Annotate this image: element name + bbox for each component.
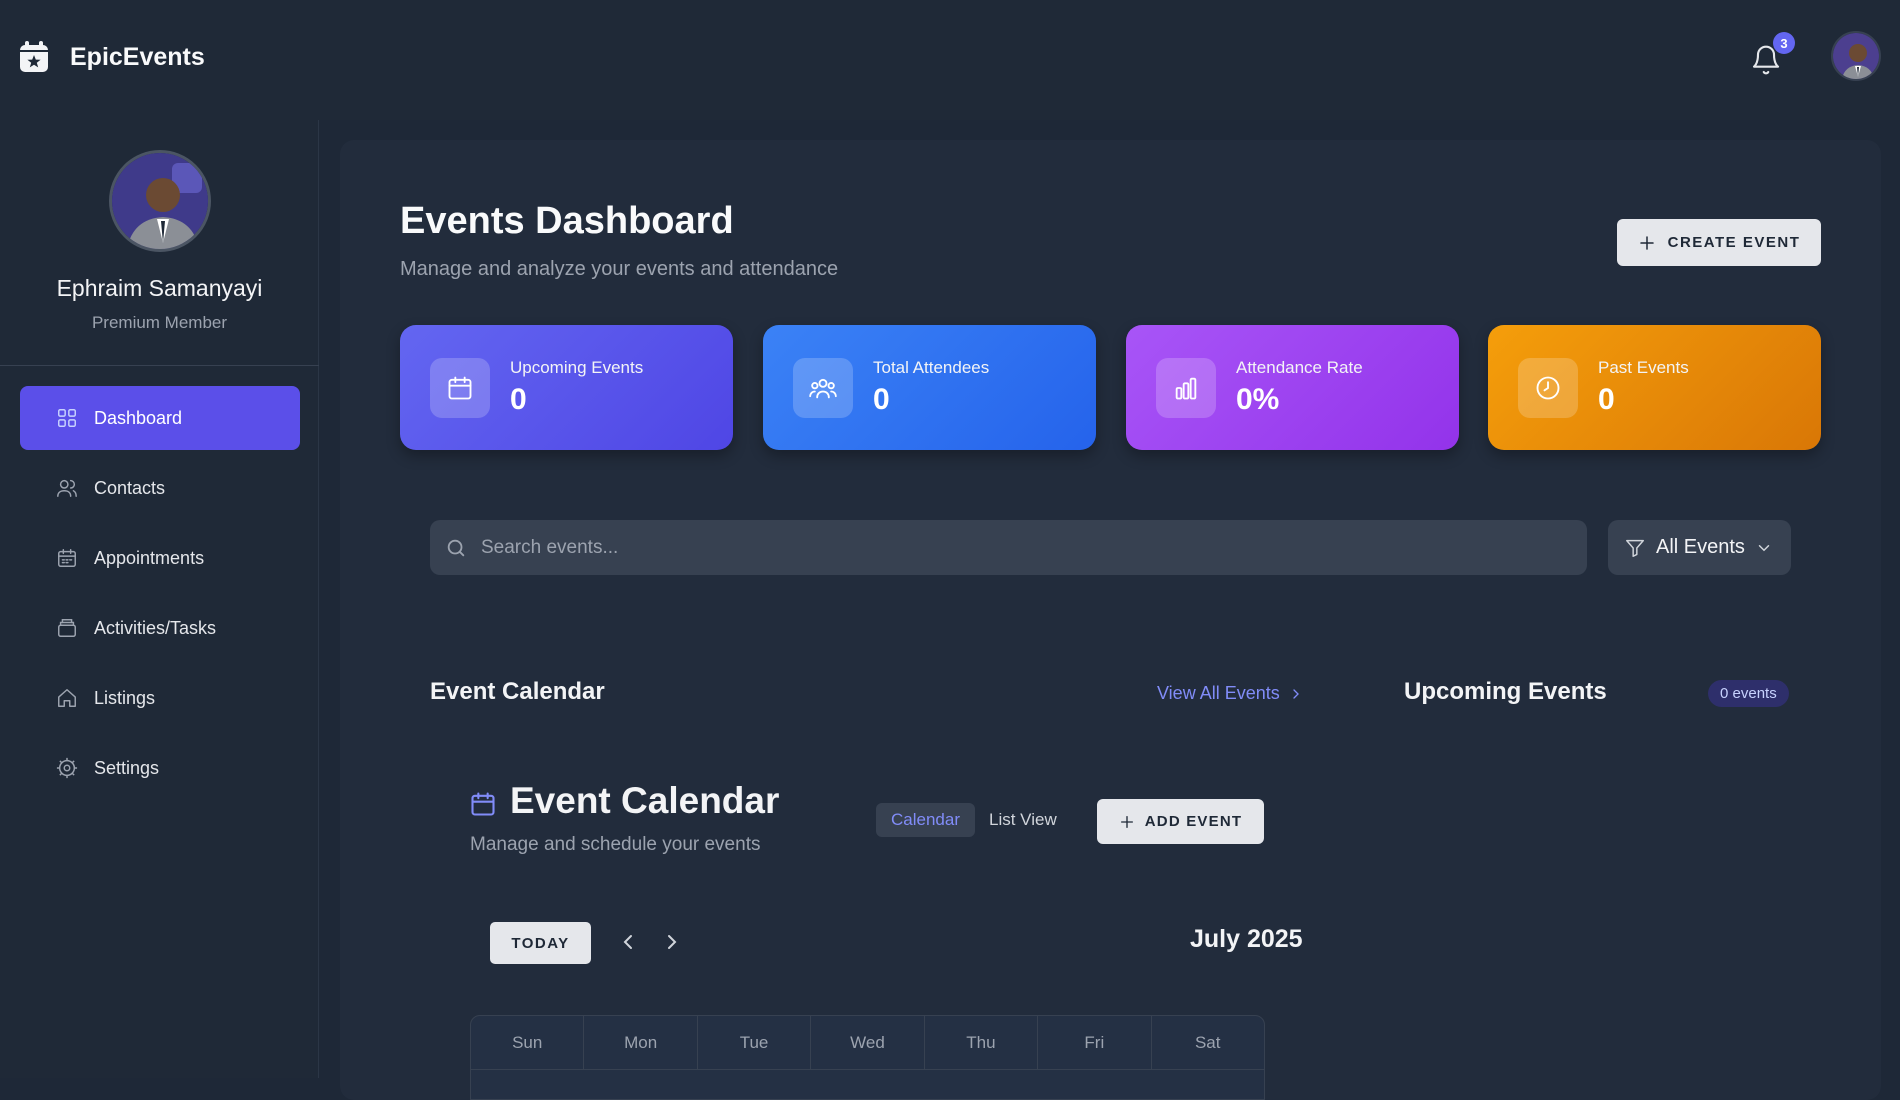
weekday-label: Sat <box>1194 1032 1221 1052</box>
calendar-subtitle: Manage and schedule your events <box>470 834 761 855</box>
search-input[interactable] <box>479 535 1559 560</box>
stats-row: Upcoming Events 0 Total Attendees 0 Atte… <box>400 325 1821 450</box>
bar-chart-icon <box>1175 377 1197 400</box>
page-title: Events Dashboard <box>400 200 734 242</box>
calendar-star-icon <box>20 41 48 72</box>
sidebar-item-label: Dashboard <box>94 407 183 428</box>
weekday-label: Mon <box>584 1016 698 1069</box>
event-calendar-section-title: Event Calendar <box>430 678 605 705</box>
grid-icon <box>58 409 76 427</box>
filter-dropdown[interactable]: All Events <box>1608 520 1791 575</box>
weekday-label: Thu <box>925 1016 1039 1069</box>
layers-icon <box>58 619 76 637</box>
sidebar-item-label: Listings <box>94 687 156 708</box>
profile-name: Ephraim Samanyayi <box>56 275 263 301</box>
calendar-icon <box>448 376 472 400</box>
user-avatar[interactable] <box>1831 31 1881 81</box>
sidebar-item-appointments[interactable]: Appointments <box>20 526 300 590</box>
stat-icon-box <box>1518 358 1578 418</box>
calendar-icon <box>58 549 76 567</box>
current-month: July 2025 <box>1190 925 1303 953</box>
profile-photo <box>112 153 208 249</box>
search-icon <box>447 539 465 556</box>
stat-value: 0 <box>1598 383 1615 416</box>
weekday-header: Sun Mon Tue Wed Thu Fri Sat <box>471 1016 1264 1070</box>
plus-icon <box>1639 235 1654 250</box>
sidebar-nav: Dashboard Contacts Appointments Activiti… <box>20 386 300 806</box>
clock-icon <box>1536 376 1560 400</box>
create-event-button[interactable]: CREATE EVENT <box>1617 219 1821 266</box>
prev-month-icon[interactable] <box>616 930 640 954</box>
stat-value: 0 <box>873 383 890 416</box>
sidebar-item-label: Activities/Tasks <box>94 617 217 638</box>
stat-label: Total Attendees <box>873 358 990 377</box>
calendar-icon <box>471 792 495 816</box>
notification-badge: 3 <box>1773 32 1795 54</box>
profile-role: Premium Member <box>91 313 228 332</box>
users-icon <box>57 479 77 497</box>
sidebar-item-dashboard[interactable]: Dashboard <box>20 386 300 450</box>
calendar-grid: Sun Mon Tue Wed Thu Fri Sat <box>470 1015 1265 1100</box>
stat-value: 0% <box>1236 383 1280 416</box>
tab-list-view[interactable]: List View <box>989 810 1057 830</box>
add-event-label: ADD EVENT <box>1144 813 1243 830</box>
add-event-button[interactable]: ADD EVENT <box>1097 799 1264 844</box>
next-month-icon[interactable] <box>660 930 684 954</box>
sidebar-item-label: Contacts <box>94 477 166 498</box>
events-count-badge: 0 events <box>1708 680 1789 707</box>
search-bar <box>430 520 1587 575</box>
sidebar-item-activities[interactable]: Activities/Tasks <box>20 596 300 660</box>
stat-upcoming-events[interactable]: Upcoming Events 0 <box>400 325 733 450</box>
plus-icon <box>1120 815 1133 828</box>
view-toggle: Calendar List View <box>876 803 1057 837</box>
chevron-down-icon <box>1758 544 1770 551</box>
stat-attendance-rate[interactable]: Attendance Rate 0% <box>1126 325 1459 450</box>
chevron-right-icon <box>1293 688 1299 699</box>
sidebar-item-label: Appointments <box>94 547 205 568</box>
main-panel: Events Dashboard Manage and analyze your… <box>340 140 1881 1100</box>
stat-value: 0 <box>510 383 527 416</box>
brand[interactable]: EpicEvents <box>18 40 205 74</box>
home-icon <box>58 689 76 707</box>
sidebar-item-contacts[interactable]: Contacts <box>20 456 300 520</box>
avatar-image <box>1833 33 1879 79</box>
today-button[interactable]: TODAY <box>490 922 591 964</box>
stat-total-attendees[interactable]: Total Attendees 0 <box>763 325 1096 450</box>
create-event-label: CREATE EVENT <box>1667 234 1801 251</box>
filter-icon <box>1626 539 1644 557</box>
stat-label: Attendance Rate <box>1236 358 1363 377</box>
stat-icon-box <box>793 358 853 418</box>
sidebar-item-settings[interactable]: Settings <box>20 736 300 800</box>
stat-icon-box <box>1156 358 1216 418</box>
page-subtitle: Manage and analyze your events and atten… <box>400 258 839 280</box>
view-all-label: View All Events <box>1157 683 1280 703</box>
calendar-title: Event Calendar <box>510 780 780 821</box>
stat-icon-box <box>430 358 490 418</box>
sidebar-divider <box>0 365 319 366</box>
stat-label: Past Events <box>1598 358 1689 377</box>
brand-name: EpicEvents <box>70 42 205 71</box>
weekday-label: Wed <box>811 1016 925 1069</box>
upcoming-events-title: Upcoming Events <box>1404 678 1607 705</box>
stat-past-events[interactable]: Past Events 0 <box>1488 325 1821 450</box>
weekday-label: Tue <box>698 1016 812 1069</box>
weekday-label: Sun <box>471 1016 585 1069</box>
weekday-label: Fri <box>1038 1016 1152 1069</box>
stat-label: Upcoming Events <box>510 358 644 377</box>
filter-selected: All Events <box>1656 536 1745 558</box>
profile-avatar[interactable] <box>109 150 211 252</box>
sidebar-item-label: Settings <box>94 757 160 778</box>
top-bar: EpicEvents 3 <box>0 0 1900 120</box>
sidebar: Ephraim Samanyayi Premium Member Dashboa… <box>0 120 319 1078</box>
view-all-events-link[interactable]: View All Events <box>1157 683 1304 704</box>
sidebar-item-listings[interactable]: Listings <box>20 666 300 730</box>
gear-icon <box>56 757 78 779</box>
group-icon <box>809 378 837 399</box>
tab-calendar[interactable]: Calendar <box>876 803 975 837</box>
